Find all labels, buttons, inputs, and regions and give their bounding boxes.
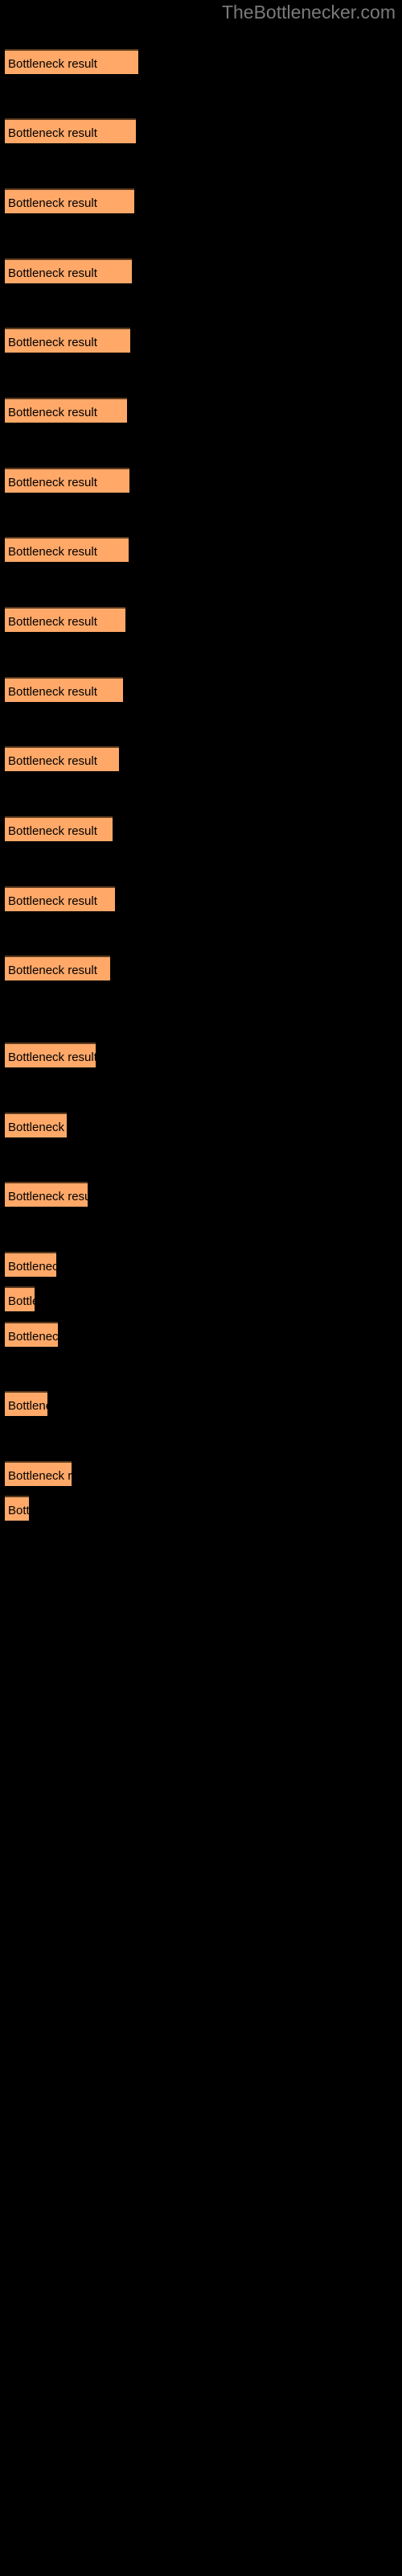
bar-row: Bottleneck result [5,1042,96,1067]
bar: Bottleneck result [5,1182,88,1207]
bar-label: Bottleneck result [8,1051,96,1064]
bar: Bottleneck result [5,1391,47,1416]
bar-row: Bottleneck result [5,1113,67,1137]
bar-row: Bottleneck result [5,328,130,353]
bar-label: Bottleneck result [8,545,97,559]
bar: Bottleneck result [5,1461,72,1486]
bar-label: Bottleneck result [8,824,97,838]
bar: Bottleneck result [5,468,129,493]
bar: Bottleneck result [5,956,110,980]
bar-label: Bottleneck result [8,57,97,71]
bar-row: Bottleneck result [5,677,123,702]
bar: Bottleneck result [5,1042,96,1067]
bar-label: Bottleneck result [8,1504,29,1517]
bar-label: Bottleneck result [8,1260,56,1274]
bar-row: Bottleneck result [5,49,138,74]
bar-row: Bottleneck result [5,188,134,213]
bar-row: Bottleneck result [5,1496,29,1521]
bar-label: Bottleneck result [8,406,97,419]
bar: Bottleneck result [5,537,129,562]
bar: Bottleneck result [5,328,130,353]
bar-row: Bottleneck result [5,1391,47,1416]
bar: Bottleneck result [5,1286,35,1311]
bar-row: Bottleneck result [5,258,132,283]
bar-row: Bottleneck result [5,886,115,911]
bar-label: Bottleneck result [8,1121,67,1134]
bar-row: Bottleneck result [5,1252,56,1277]
bar-label: Bottleneck result [8,1190,88,1203]
bar-row: Bottleneck result [5,746,119,771]
bar: Bottleneck result [5,398,127,423]
bar-label: Bottleneck result [8,266,97,280]
bar: Bottleneck result [5,886,115,911]
bar-row: Bottleneck result [5,1461,72,1486]
bar-label: Bottleneck result [8,615,97,629]
bar-list: Bottleneck result Bottleneck result Bottle… [0,0,402,2576]
bottleneck-chart: TheBottlenecker.com Bottleneck result Bot… [0,0,402,2576]
bar: Bottleneck result [5,1322,58,1347]
bar-row: Bottleneck result [5,1182,88,1207]
bar-label: Bottleneck result [8,894,97,908]
bar: Bottleneck result [5,118,136,143]
bar-row: Bottleneck result [5,956,110,980]
bar-label: Bottleneck result [8,1469,72,1483]
bar-label: Bottleneck result [8,964,97,977]
bar: Bottleneck result [5,188,134,213]
bar: Bottleneck result [5,1252,56,1277]
bar: Bottleneck result [5,258,132,283]
bar-row: Bottleneck result [5,398,127,423]
bar-label: Bottleneck result [8,754,97,768]
bar: Bottleneck result [5,49,138,74]
bar-row: Bottleneck result [5,468,129,493]
bar: Bottleneck result [5,1113,67,1137]
bar-row: Bottleneck result [5,607,125,632]
bar-label: Bottleneck result [8,1330,58,1344]
bar: Bottleneck result [5,1496,29,1521]
bar-row: Bottleneck result [5,1322,58,1347]
bar-label: Bottleneck result [8,1294,35,1308]
bar: Bottleneck result [5,677,123,702]
bar-row: Bottleneck result [5,118,136,143]
bar: Bottleneck result [5,816,113,841]
bar-label: Bottleneck result [8,685,97,699]
bar-label: Bottleneck result [8,336,97,349]
bar-row: Bottleneck result [5,1286,35,1311]
bar-label: Bottleneck result [8,476,97,489]
bar: Bottleneck result [5,746,119,771]
bar-row: Bottleneck result [5,537,129,562]
bar-row: Bottleneck result [5,816,113,841]
bar-label: Bottleneck result [8,126,97,140]
bar-label: Bottleneck result [8,196,97,210]
bar: Bottleneck result [5,607,125,632]
bar-label: Bottleneck result [8,1399,47,1413]
